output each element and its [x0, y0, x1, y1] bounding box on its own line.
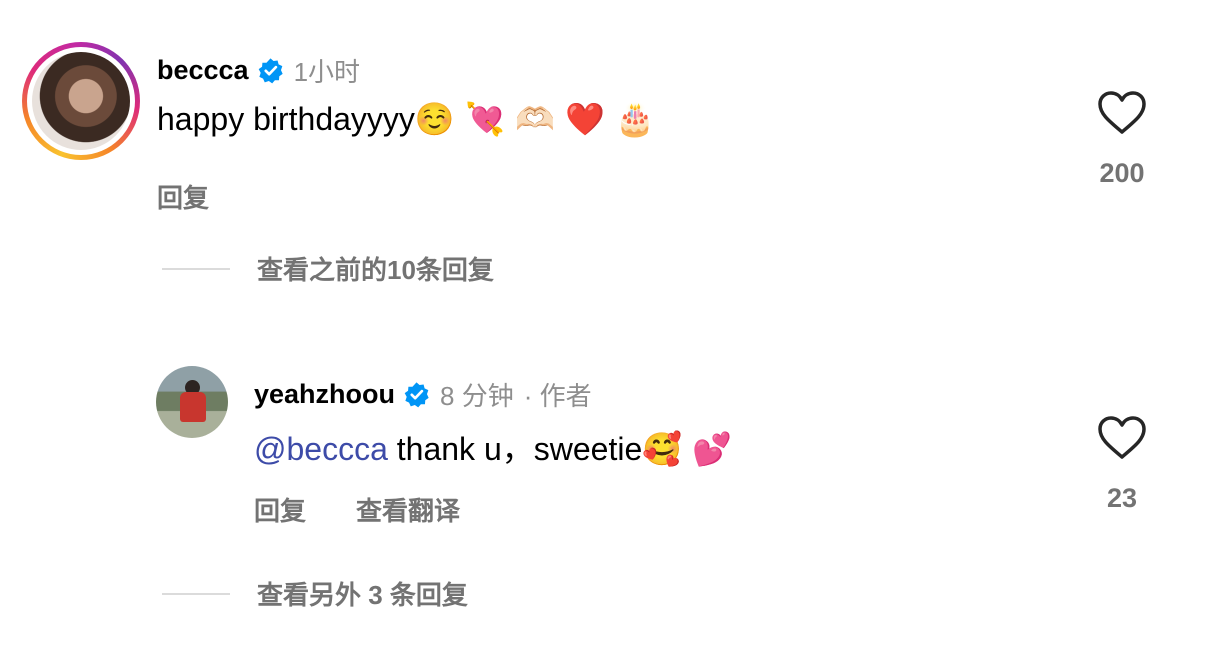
reply-button[interactable]: 回复 [157, 178, 209, 215]
like-count: 23 [1106, 483, 1138, 513]
avatar-yeahzhoou[interactable] [156, 366, 228, 438]
comment-text: happy birthdayyyy☺️ 💘 🫶🏻 ❤️ 🎂 [157, 100, 655, 138]
comment-body: happy birthdayyyy [157, 101, 415, 137]
comment-header: beccca 1小时 [157, 52, 360, 89]
verified-badge-icon [404, 382, 429, 408]
mention-link[interactable]: @beccca [254, 431, 388, 467]
comment-body: thank u，sweetie [387, 431, 643, 467]
username[interactable]: yeahzhoou [254, 379, 395, 410]
heart-icon[interactable] [1097, 415, 1147, 461]
divider-line [162, 592, 230, 595]
comment-actions: 回复 查看翻译 [254, 491, 460, 528]
verified-badge-icon [258, 58, 283, 84]
comment-emojis: ☺️ 💘 🫶🏻 ❤️ 🎂 [414, 100, 655, 138]
avatar-photo [32, 52, 130, 150]
translate-button[interactable]: 查看翻译 [356, 491, 460, 528]
heart-icon[interactable] [1097, 90, 1147, 136]
comment-header: yeahzhoou 8 分钟 · 作者 [254, 376, 592, 413]
divider-line [162, 267, 230, 270]
like-group: 23 [1092, 415, 1152, 514]
author-label: · 作者 [523, 381, 592, 411]
reply-button[interactable]: 回复 [254, 491, 306, 528]
timestamp: 1小时 [293, 57, 361, 87]
timestamp: 8 分钟 [440, 381, 514, 411]
view-previous-replies[interactable]: 查看之前的10条回复 [162, 250, 494, 287]
view-replies-label[interactable]: 查看另外 3 条回复 [257, 575, 468, 612]
avatar-beccca[interactable] [22, 42, 140, 160]
view-more-replies[interactable]: 查看另外 3 条回复 [162, 575, 468, 612]
comment-text: @beccca thank u，sweetie🥰 💕 [254, 424, 732, 470]
like-count: 200 [1099, 158, 1145, 188]
comment-actions: 回复 [157, 178, 209, 215]
view-replies-label[interactable]: 查看之前的10条回复 [257, 250, 494, 287]
comment-emojis: 🥰 💕 [642, 430, 733, 468]
like-group: 200 [1092, 90, 1152, 189]
username[interactable]: beccca [157, 55, 249, 86]
